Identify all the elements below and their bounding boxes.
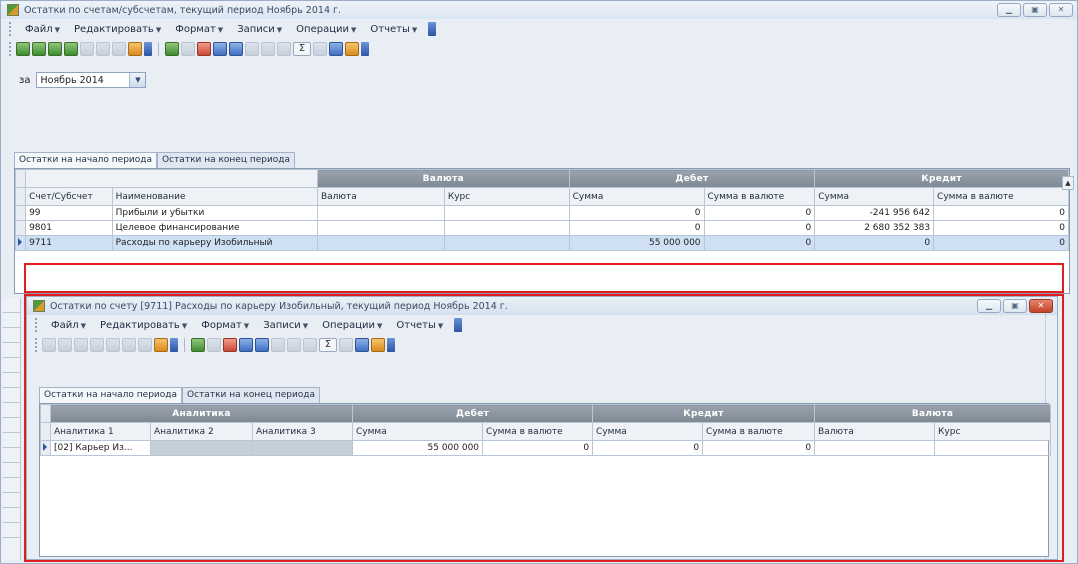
search-icon[interactable] <box>313 42 327 56</box>
col-debit-cur[interactable]: Сумма в валюте <box>703 187 816 206</box>
header-blank-group <box>25 169 318 188</box>
remove-filter-icon[interactable] <box>197 42 211 56</box>
table-row[interactable]: 99 Прибыли и убытки 0 0 -241 956 642 0 <box>14 205 1069 221</box>
prev-record-icon[interactable] <box>32 42 46 56</box>
col-debit-sum[interactable]: Сумма <box>568 187 705 206</box>
edit-icon[interactable] <box>128 42 142 56</box>
toolbar1-overflow-icon[interactable] <box>144 42 152 56</box>
app-icon <box>7 4 19 16</box>
menu-format[interactable]: Формат ▼ <box>172 23 226 36</box>
table-row-selected[interactable]: 9711 Расходы по карьеру Изобильный 55 00… <box>14 235 1069 251</box>
menu-file[interactable]: Файл ▼ <box>22 23 63 36</box>
header-indicator-2 <box>14 187 27 206</box>
row-pointer-icon <box>18 237 22 246</box>
tab-opening-balance[interactable]: Остатки на начало периода <box>14 152 158 168</box>
copy-icon[interactable] <box>245 42 259 56</box>
tab-closing-balance[interactable]: Остатки на конец периода <box>157 152 296 168</box>
add-record-icon[interactable] <box>80 42 94 56</box>
toolbar-grip[interactable] <box>9 42 12 56</box>
menu-edit[interactable]: Редактировать ▼ <box>71 23 164 36</box>
grid-settings-icon[interactable] <box>229 42 243 56</box>
cut-icon[interactable] <box>261 42 275 56</box>
table-row[interactable]: 9801 Целевое финансирование 0 0 2 680 35… <box>14 220 1069 236</box>
menu-operations[interactable]: Операции ▼ <box>293 23 359 36</box>
period-label: за <box>19 74 31 86</box>
menu-overflow-icon[interactable] <box>428 22 437 36</box>
grid-columns-icon[interactable] <box>213 42 227 56</box>
toolbar2-overflow-icon[interactable] <box>361 42 369 56</box>
period-value: Ноябрь 2014 <box>40 74 104 86</box>
close-button[interactable]: ✕ <box>1049 3 1073 17</box>
col-account[interactable]: Счет/Субсчет <box>25 187 113 206</box>
main-title: Остатки по счетам/субсчетам, текущий пер… <box>24 4 342 16</box>
balances-table: Валюта Дебет Кредит Счет/Субсчет Наимено… <box>14 169 1069 251</box>
main-toolbar: Σ <box>1 39 1077 59</box>
col-credit-sum[interactable]: Сумма <box>814 187 935 206</box>
menubar-grip[interactable] <box>9 22 12 36</box>
main-tabs: Остатки на начало периода Остатки на кон… <box>14 152 296 168</box>
minimize-button[interactable]: ▁ <box>997 3 1021 17</box>
print-icon[interactable] <box>329 42 343 56</box>
first-record-icon[interactable] <box>16 42 30 56</box>
scroll-up-icon[interactable]: ▲ <box>1062 176 1074 190</box>
delete-record-icon[interactable] <box>96 42 110 56</box>
menu-reports[interactable]: Отчеты ▼ <box>367 23 420 36</box>
filter-icon[interactable] <box>165 42 179 56</box>
left-row-stripe <box>3 298 21 560</box>
period-combo[interactable]: Ноябрь 2014 ▼ <box>36 72 147 88</box>
period-selector-row: за Ноябрь 2014 ▼ <box>1 65 1077 95</box>
col-rate[interactable]: Курс <box>443 187 570 206</box>
filter-clear-icon[interactable] <box>181 42 195 56</box>
next-record-icon[interactable] <box>48 42 62 56</box>
col-name[interactable]: Наименование <box>111 187 318 206</box>
sum-icon[interactable]: Σ <box>293 42 311 56</box>
main-menubar: Файл ▼ Редактировать ▼ Формат ▼ Записи ▼ Опе… <box>1 19 1077 39</box>
header-indicator <box>14 169 27 188</box>
group-currency: Валюта <box>316 169 570 188</box>
paste-icon[interactable] <box>277 42 291 56</box>
subwindow-highlight-frame <box>24 294 1064 562</box>
col-currency[interactable]: Валюта <box>316 187 445 206</box>
chevron-down-icon[interactable]: ▼ <box>129 73 146 87</box>
restore-button[interactable]: ▣ <box>1023 3 1047 17</box>
last-record-icon[interactable] <box>64 42 78 56</box>
save-record-icon[interactable] <box>112 42 126 56</box>
group-debit: Дебет <box>568 169 816 188</box>
group-credit: Кредит <box>814 169 1069 188</box>
col-credit-cur[interactable]: Сумма в валюте <box>933 187 1069 206</box>
export-icon[interactable] <box>345 42 359 56</box>
main-window-controls: ▁ ▣ ✕ <box>997 3 1077 17</box>
row-highlight-frame <box>24 263 1064 293</box>
main-titlebar: Остатки по счетам/субсчетам, текущий пер… <box>1 1 1077 19</box>
toolbar-separator <box>158 42 159 56</box>
menu-records[interactable]: Записи ▼ <box>234 23 285 36</box>
